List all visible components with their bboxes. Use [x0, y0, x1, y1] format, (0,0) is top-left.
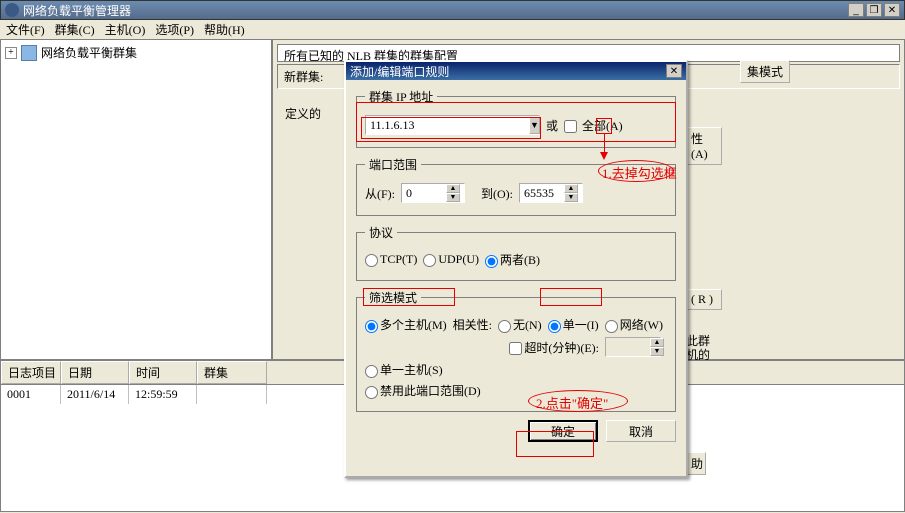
app-icon: [5, 3, 19, 17]
bg-host: 机的: [686, 346, 710, 363]
timeout-checkbox-wrap[interactable]: 超时(分钟)(E):: [509, 339, 599, 356]
radio-aff-none-wrap[interactable]: 无(N): [498, 316, 542, 333]
ip-group: 群集 IP 地址 ▼ 或 全部(A): [356, 88, 676, 148]
radio-udp-wrap[interactable]: UDP(U): [423, 252, 479, 267]
spin-up-icon[interactable]: ▲: [446, 184, 460, 193]
from-input[interactable]: [402, 186, 446, 201]
expand-icon[interactable]: +: [5, 47, 17, 59]
spin-down-icon: ▼: [650, 347, 664, 356]
bg-refresh-button[interactable]: ( R ): [686, 289, 722, 310]
radio-multi-wrap[interactable]: 多个主机(M): [365, 316, 447, 333]
spin-down-icon[interactable]: ▼: [564, 193, 578, 202]
to-spinner[interactable]: ▲▼: [519, 183, 583, 203]
minimize-button[interactable]: _: [848, 3, 864, 17]
bg-col-mode: 集模式: [740, 60, 790, 83]
cluster-ip-input[interactable]: [366, 118, 529, 133]
timeout-checkbox[interactable]: [509, 342, 522, 355]
tree-root-label: 网络负载平衡群集: [41, 44, 137, 61]
bg-define: 定义的: [285, 107, 321, 121]
radio-single[interactable]: [365, 365, 378, 378]
log-cell-item: 0001: [1, 385, 61, 404]
radio-aff-network[interactable]: [605, 320, 618, 333]
spin-down-icon[interactable]: ▼: [446, 193, 460, 202]
filter-group-label: 筛选模式: [365, 289, 421, 306]
tree-pane: + 网络负载平衡群集: [1, 40, 273, 359]
chevron-down-icon[interactable]: ▼: [529, 116, 540, 134]
cluster-icon: [21, 45, 37, 61]
radio-disable-wrap[interactable]: 禁用此端口范围(D): [365, 382, 481, 399]
radio-both-wrap[interactable]: 两者(B): [485, 251, 540, 268]
from-spinner[interactable]: ▲▼: [401, 183, 465, 203]
radio-aff-single[interactable]: [548, 320, 561, 333]
tree-root[interactable]: + 网络负载平衡群集: [5, 44, 267, 61]
dialog-titlebar: 添加/编辑端口规则 ✕: [346, 62, 686, 80]
annotation-2: 2.点击"确定": [536, 393, 608, 412]
menu-options[interactable]: 选项(P): [155, 21, 194, 38]
to-input[interactable]: [520, 186, 564, 201]
proto-group-label: 协议: [365, 224, 397, 241]
radio-both[interactable]: [485, 255, 498, 268]
ok-button[interactable]: 确定: [528, 420, 598, 442]
window-titlebar: 网络负载平衡管理器 _ ❐ ✕: [0, 0, 905, 20]
log-col-date[interactable]: 日期: [61, 361, 129, 384]
all-checkbox[interactable]: [564, 120, 577, 133]
radio-multi[interactable]: [365, 320, 378, 333]
menu-host[interactable]: 主机(O): [105, 21, 146, 38]
menu-file[interactable]: 文件(F): [6, 21, 45, 38]
log-cell-time: 12:59:59: [129, 385, 197, 404]
annotation-1: 1.去掉勾选框: [602, 163, 677, 182]
log-col-item[interactable]: 日志项目: [1, 361, 61, 384]
all-label: 全部(A): [582, 119, 623, 133]
window-title: 网络负载平衡管理器: [23, 2, 848, 19]
radio-disable[interactable]: [365, 386, 378, 399]
or-label: 或: [546, 117, 558, 134]
radio-aff-none[interactable]: [498, 320, 511, 333]
range-group-label: 端口范围: [365, 156, 421, 173]
cluster-ip-combo[interactable]: ▼: [365, 115, 540, 135]
radio-tcp-wrap[interactable]: TCP(T): [365, 252, 417, 267]
timeout-spinner: ▲▼: [605, 337, 661, 357]
menu-bar: 文件(F) 群集(C) 主机(O) 选项(P) 帮助(H): [0, 20, 905, 40]
radio-aff-single-wrap[interactable]: 单一(I): [548, 316, 599, 333]
radio-aff-network-wrap[interactable]: 网络(W): [605, 316, 663, 333]
log-col-cluster[interactable]: 群集: [197, 361, 267, 384]
menu-cluster[interactable]: 群集(C): [55, 21, 95, 38]
dialog-close-button[interactable]: ✕: [666, 64, 682, 78]
radio-single-wrap[interactable]: 单一主机(S): [365, 361, 443, 378]
restore-button[interactable]: ❐: [866, 3, 882, 17]
log-col-time[interactable]: 时间: [129, 361, 197, 384]
filter-group: 筛选模式 多个主机(M) 相关性: 无(N) 单一(I) 网络(W) 超时(分钟…: [356, 289, 676, 412]
menu-help[interactable]: 帮助(H): [204, 21, 245, 38]
sub-prefix: 新群集:: [284, 70, 323, 84]
from-label: 从(F):: [365, 185, 395, 202]
dialog-title: 添加/编辑端口规则: [350, 63, 666, 80]
timeout-input: [606, 340, 650, 355]
proto-group: 协议 TCP(T) UDP(U) 两者(B): [356, 224, 676, 281]
spin-up-icon: ▲: [650, 338, 664, 347]
cancel-button[interactable]: 取消: [606, 420, 676, 442]
radio-udp[interactable]: [423, 254, 436, 267]
affinity-label: 相关性:: [453, 316, 492, 333]
port-rule-dialog: 添加/编辑端口规则 ✕ 群集 IP 地址 ▼ 或 全部(A) 端口范围 从(F)…: [344, 60, 688, 478]
to-label: 到(O):: [481, 185, 513, 202]
close-button[interactable]: ✕: [884, 3, 900, 17]
spin-up-icon[interactable]: ▲: [564, 184, 578, 193]
radio-tcp[interactable]: [365, 254, 378, 267]
all-checkbox-wrap[interactable]: 全部(A): [564, 117, 623, 134]
bg-props-button[interactable]: 性(A): [686, 127, 722, 165]
bg-help-button[interactable]: 助: [686, 452, 706, 475]
log-cell-cluster: [197, 385, 267, 404]
log-cell-date: 2011/6/14: [61, 385, 129, 404]
ip-group-label: 群集 IP 地址: [365, 88, 437, 105]
